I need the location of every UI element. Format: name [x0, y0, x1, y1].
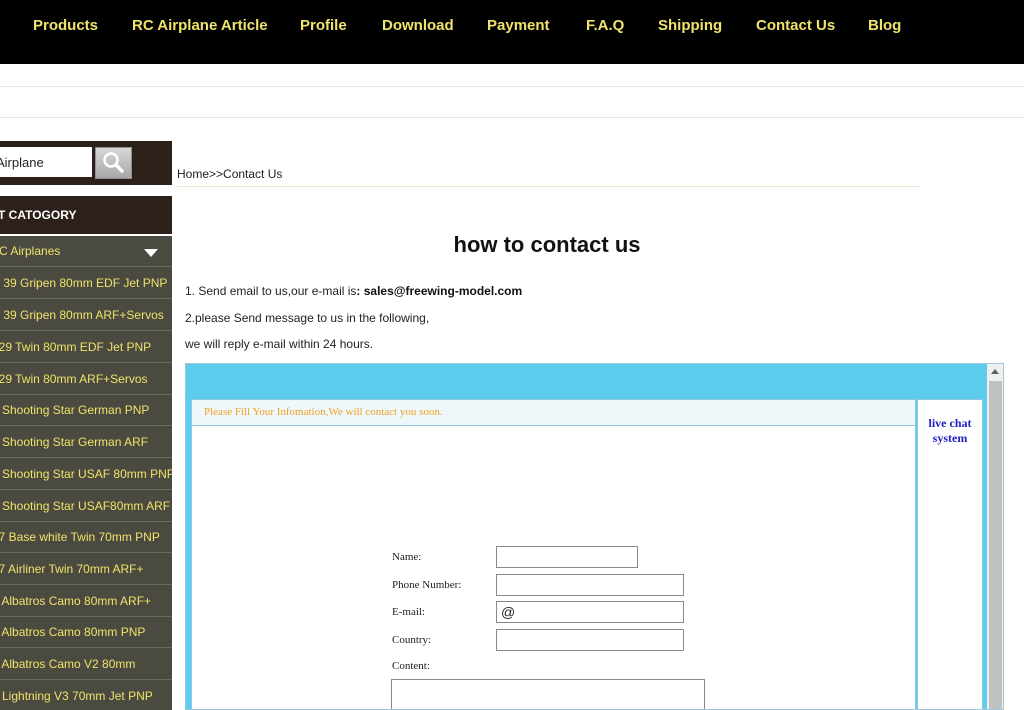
breadcrumb-current: Contact Us — [223, 167, 283, 181]
category-item[interactable]: 3 Shooting Star German ARF — [0, 427, 172, 458]
breadcrumb: Home>>Contact Us — [177, 167, 282, 181]
category-item-label: S 39 Gripen 80mm ARF+Servos — [0, 308, 164, 322]
category-item-label: 3 Shooting Star USAF80mm ARF — [0, 499, 171, 513]
live-chat-line1: live chat — [928, 416, 972, 430]
chevron-down-icon — [144, 249, 158, 257]
category-item-label: 3 Shooting Star German PNP — [0, 403, 150, 417]
nav-faq[interactable]: F.A.Q — [586, 17, 624, 34]
search-icon — [103, 152, 124, 173]
category-item-rc-airplanes[interactable]: C Airplanes — [0, 236, 172, 267]
category-item-label: i-29 Twin 80mm EDF Jet PNP — [0, 340, 152, 354]
category-item-label: 37 Airliner Twin 70mm ARF+ — [0, 562, 144, 576]
category-item-label: 9 Albatros Camo V2 80mm — [0, 657, 136, 671]
category-item[interactable]: 3 Shooting Star German PNP — [0, 395, 172, 426]
reply-note: we will reply e-mail within 24 hours. — [185, 337, 374, 351]
divider — [0, 86, 1024, 87]
category-item-label: 9 Albatros Camo 80mm PNP — [0, 625, 146, 639]
search-button[interactable] — [95, 147, 132, 179]
category-item-label: S 39 Gripen 80mm EDF Jet PNP — [0, 276, 168, 290]
breadcrumb-separator: >> — [209, 167, 224, 181]
search-input[interactable] — [0, 147, 92, 177]
nav-products[interactable]: Products — [33, 17, 98, 34]
form-notice-bar: Please Fill Your Infomation,We will cont… — [192, 400, 915, 426]
message-instruction: 2.please Send message to us in the follo… — [185, 311, 430, 325]
category-item-label: i-29 Twin 80mm ARF+Servos — [0, 372, 148, 386]
page-title: how to contact us — [453, 232, 641, 257]
category-item-label: C Airplanes — [0, 244, 61, 258]
category-item[interactable]: 3 Shooting Star USAF80mm ARF — [0, 491, 172, 522]
phone-field[interactable] — [496, 574, 684, 596]
nav-contact-us[interactable]: Contact Us — [756, 17, 835, 34]
category-item[interactable]: 5 Lightning V3 70mm Jet PNP — [0, 681, 172, 710]
category-item[interactable]: S 39 Gripen 80mm EDF Jet PNP — [0, 268, 172, 299]
email-instruction-text: 1. Send email to us,our e-mail is — [185, 284, 357, 298]
category-title: T CATOGORY — [0, 208, 77, 222]
nav-profile[interactable]: Profile — [300, 17, 347, 34]
sidebar-search — [0, 141, 172, 185]
breadcrumb-home[interactable]: Home — [177, 167, 209, 181]
scroll-up-arrow-icon[interactable] — [991, 369, 999, 374]
category-item-label: 37 Base white Twin 70mm PNP — [0, 530, 160, 544]
category-item[interactable]: 9 Albatros Camo 80mm PNP — [0, 617, 172, 648]
scrollbar-thumb[interactable] — [989, 381, 1002, 709]
category-item[interactable]: 3 Shooting Star USAF 80mm PNP — [0, 459, 172, 490]
category-item[interactable]: 9 Albatros Camo V2 80mm — [0, 649, 172, 680]
form-notice: Please Fill Your Infomation,We will cont… — [204, 406, 443, 418]
nav-rc-airplane-article[interactable]: RC Airplane Article — [132, 17, 268, 34]
category-item[interactable]: 37 Base white Twin 70mm PNP — [0, 522, 172, 553]
contact-form-frame: Please Fill Your Infomation,We will cont… — [185, 363, 1004, 710]
divider — [0, 117, 1024, 118]
category-item[interactable]: 9 Albatros Camo 80mm ARF+ — [0, 586, 172, 617]
category-item-label: 3 Shooting Star German ARF — [0, 435, 149, 449]
category-item[interactable]: 37 Airliner Twin 70mm ARF+ — [0, 554, 172, 585]
contact-email: : sales@freewing-model.com — [356, 284, 523, 298]
name-field[interactable] — [496, 546, 638, 568]
top-navigation: Products RC Airplane Article Profile Dow… — [0, 0, 1024, 64]
nav-payment[interactable]: Payment — [487, 17, 550, 34]
scrollbar[interactable] — [987, 364, 1003, 709]
live-chat-line2: system — [932, 431, 968, 445]
form-panel: Please Fill Your Infomation,We will cont… — [191, 399, 916, 709]
category-header: T CATOGORY — [0, 196, 172, 234]
email-instruction: 1. Send email to us,our e-mail is: sales… — [185, 284, 522, 298]
country-label: Country: — [392, 634, 432, 646]
category-item-label: 9 Albatros Camo 80mm ARF+ — [0, 594, 152, 608]
category-list: C Airplanes S 39 Gripen 80mm EDF Jet PNP… — [0, 236, 172, 710]
category-item-label: 5 Lightning V3 70mm Jet PNP — [0, 689, 153, 703]
email-label: E-mail: — [392, 606, 425, 618]
live-chat-label: live chat system — [918, 416, 982, 446]
category-item[interactable]: i-29 Twin 80mm EDF Jet PNP — [0, 332, 172, 363]
category-item-label: 3 Shooting Star USAF 80mm PNP — [0, 467, 172, 481]
phone-label: Phone Number: — [392, 579, 462, 591]
nav-shipping[interactable]: Shipping — [658, 17, 722, 34]
email-field[interactable] — [496, 601, 684, 623]
content-textarea[interactable] — [391, 679, 705, 709]
divider — [177, 186, 920, 187]
name-label: Name: — [392, 551, 422, 563]
category-item[interactable]: i-29 Twin 80mm ARF+Servos — [0, 364, 172, 395]
content-label: Content: — [392, 660, 430, 672]
category-item[interactable]: S 39 Gripen 80mm ARF+Servos — [0, 300, 172, 331]
nav-blog[interactable]: Blog — [868, 17, 901, 34]
live-chat-link[interactable]: live chat system — [917, 399, 983, 709]
country-field[interactable] — [496, 629, 684, 651]
nav-download[interactable]: Download — [382, 17, 454, 34]
